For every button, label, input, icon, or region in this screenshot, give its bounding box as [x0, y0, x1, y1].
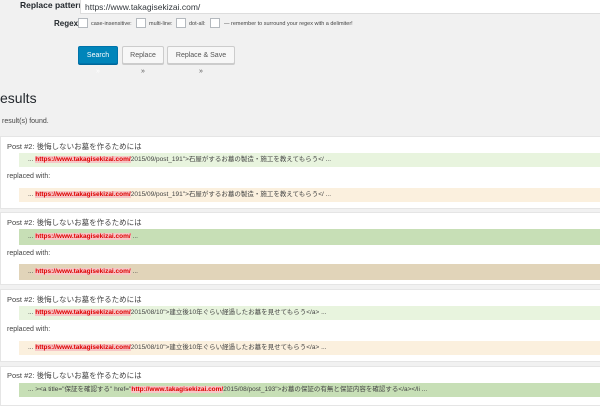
case-insensitive-label: case-insensitive:	[91, 21, 132, 27]
replaced-with-label: replaced with:	[7, 326, 51, 333]
results-count: result(s) found.	[2, 118, 49, 125]
result-card: Post #2: 後悔しないお墓を作るためには ... ><a title="保…	[0, 366, 600, 406]
replace-url: https://www.takagisekizai.com/	[35, 191, 131, 198]
replace-button[interactable]: Replace »	[122, 46, 164, 75]
replace-pattern-label: Replace pattern	[20, 0, 84, 10]
post-title: Post #2: 後悔しないお墓を作るためには	[7, 371, 142, 380]
post-title: Post #2: 後悔しないお墓を作るためには	[7, 295, 142, 304]
regex-options-row: Regex: case-insensitive: multi-line: dot…	[0, 18, 600, 32]
replaced-line: ... https://www.takagisekizai.com/2015/0…	[19, 341, 600, 355]
original-line: ... ><a title="保証を確認する" href="http://www…	[19, 383, 600, 397]
regex-label: Regex:	[54, 19, 81, 28]
match-url: https://www.takagisekizai.com/	[35, 309, 131, 316]
replace-pattern-input[interactable]: https://www.takagisekizai.com/	[80, 0, 600, 14]
original-line: ... https://www.takagisekizai.com/2015/0…	[19, 153, 600, 167]
results-heading: esults	[0, 90, 37, 106]
multi-line-label: multi-line:	[149, 21, 173, 27]
case-insensitive-checkbox[interactable]	[136, 18, 146, 28]
regex-hint: — remember to surround your regex with a…	[224, 21, 353, 27]
result-card: Post #2: 後悔しないお墓を作るためには ... https://www.…	[0, 136, 600, 209]
multi-line-checkbox[interactable]	[176, 18, 186, 28]
match-url: https://www.takagisekizai.com/	[35, 233, 131, 240]
match-url: https://www.takagisekizai.com/	[35, 156, 131, 163]
replaced-with-label: replaced with:	[7, 173, 51, 180]
replaced-line: ... https://www.takagisekizai.com/ ...	[19, 264, 600, 280]
match-url: http://www.takagisekizai.com/	[131, 386, 224, 393]
replace-save-button[interactable]: Replace & Save »	[167, 46, 235, 75]
replaced-line: ... https://www.takagisekizai.com/2015/0…	[19, 188, 600, 202]
replaced-with-label: replaced with:	[7, 250, 51, 257]
original-line: ... https://www.takagisekizai.com/2015/0…	[19, 306, 600, 320]
result-card: Post #2: 後悔しないお墓を作るためには ... https://www.…	[0, 289, 600, 362]
result-card: Post #2: 後悔しないお墓を作るためには ... https://www.…	[0, 212, 600, 285]
post-title: Post #2: 後悔しないお墓を作るためには	[7, 218, 142, 227]
regex-checkbox[interactable]	[78, 18, 88, 28]
post-title: Post #2: 後悔しないお墓を作るためには	[7, 142, 142, 151]
replace-url: https://www.takagisekizai.com/	[35, 268, 131, 275]
dot-all-checkbox[interactable]	[210, 18, 220, 28]
dot-all-label: dot-all:	[189, 21, 206, 27]
original-line: ... https://www.takagisekizai.com/ ...	[19, 229, 600, 245]
replace-url: https://www.takagisekizai.com/	[35, 344, 131, 351]
search-button[interactable]: Search »	[78, 46, 118, 75]
